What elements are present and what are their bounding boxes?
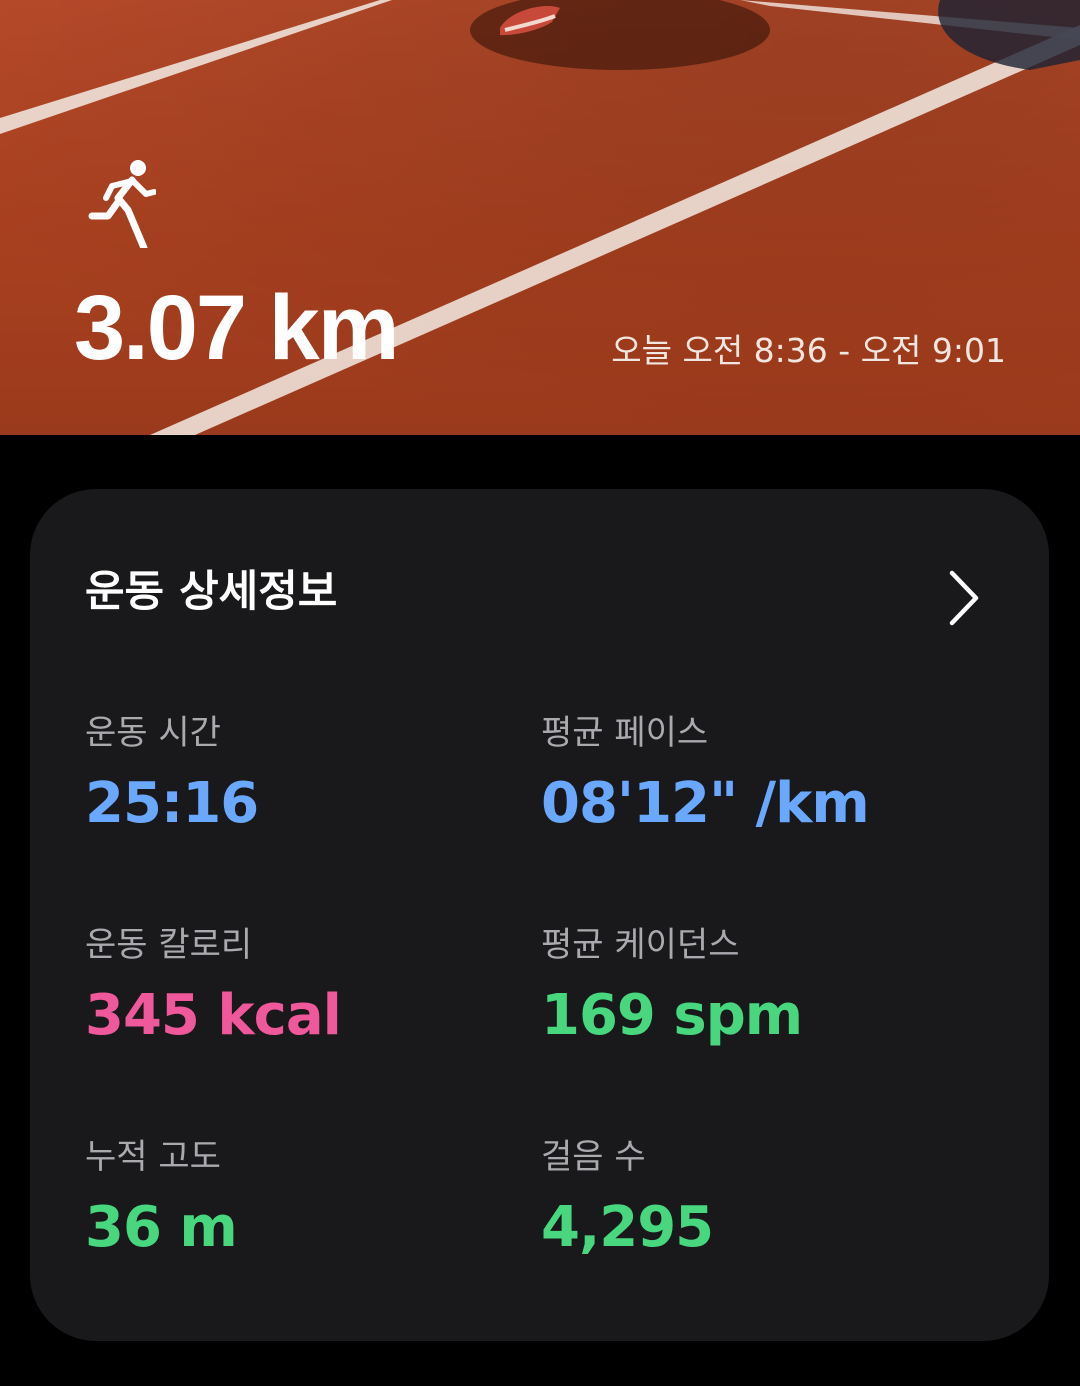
stat-label: 걸음 수 <box>541 1137 646 1177</box>
stat-elevation-gain: 누적 고도 36 m <box>85 1137 238 1260</box>
workout-distance: 3.07 km <box>74 277 400 379</box>
stat-label: 평균 케이던스 <box>541 925 740 965</box>
stat-value: 25:16 <box>85 771 259 836</box>
card-title: 운동 상세정보 <box>85 567 338 617</box>
stat-value: 08'12" /km <box>541 771 870 836</box>
stat-value: 169 spm <box>541 983 803 1048</box>
workout-details-card[interactable]: 운동 상세정보 운동 시간 25:16 평균 페이스 08'12" /km 운동… <box>30 489 1049 1341</box>
stat-workout-time: 운동 시간 25:16 <box>85 713 259 836</box>
stat-average-pace: 평균 페이스 08'12" /km <box>541 713 870 836</box>
stat-value: 345 kcal <box>85 983 342 1048</box>
workout-header-image: 3.07 km 오늘 오전 8:36 - 오전 9:01 <box>0 0 1080 435</box>
workout-time-range: 오늘 오전 8:36 - 오전 9:01 <box>611 331 1006 370</box>
stat-label: 평균 페이스 <box>541 713 709 753</box>
stat-workout-calories: 운동 칼로리 345 kcal <box>85 925 342 1048</box>
running-person-icon <box>88 160 156 248</box>
stat-label: 운동 시간 <box>85 713 221 753</box>
chevron-right-icon[interactable] <box>946 569 982 627</box>
stat-value: 36 m <box>85 1195 238 1260</box>
stat-label: 누적 고도 <box>85 1137 221 1177</box>
stat-step-count: 걸음 수 4,295 <box>541 1137 714 1260</box>
stat-value: 4,295 <box>541 1195 714 1260</box>
stat-average-cadence: 평균 케이던스 169 spm <box>541 925 803 1048</box>
stat-label: 운동 칼로리 <box>85 925 253 965</box>
